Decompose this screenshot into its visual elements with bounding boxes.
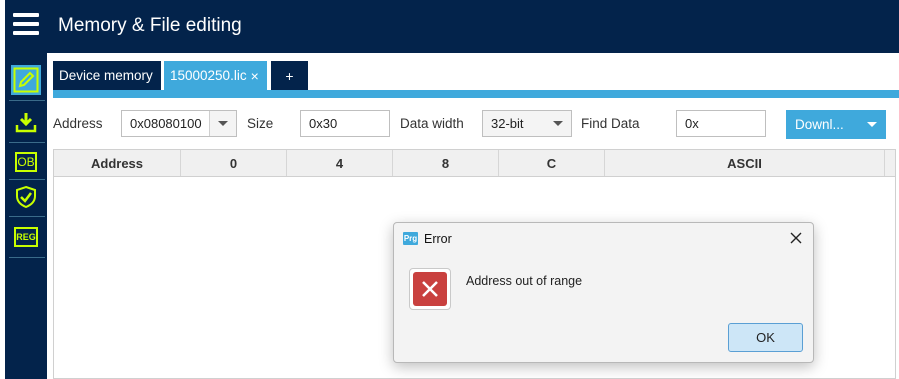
find-data-input[interactable]: 0x bbox=[676, 110, 766, 137]
dialog-title: Error bbox=[424, 232, 452, 246]
ob-icon: OB bbox=[15, 152, 37, 172]
tab-bar: Device memory 15000250.lic × + bbox=[47, 53, 899, 90]
column-header-address[interactable]: Address bbox=[54, 150, 181, 176]
data-width-select[interactable]: 32-bit bbox=[482, 110, 572, 137]
close-icon[interactable]: × bbox=[251, 68, 259, 84]
table-header: Address 0 4 8 C ASCII bbox=[54, 150, 895, 177]
sidebar-item-security[interactable] bbox=[11, 182, 41, 212]
chevron-down-icon[interactable] bbox=[209, 111, 236, 136]
tab-label: 15000250.lic bbox=[170, 68, 247, 83]
app-icon: Prg bbox=[403, 232, 418, 245]
sidebar-item-registers[interactable]: REG bbox=[11, 222, 41, 252]
column-header-0[interactable]: 0 bbox=[181, 150, 287, 176]
sidebar-item-edit[interactable] bbox=[11, 65, 41, 95]
dialog-titlebar[interactable]: Prg Error bbox=[394, 223, 813, 254]
download-icon bbox=[15, 113, 37, 133]
download-button[interactable]: Downl... bbox=[786, 110, 886, 139]
size-value: 0x30 bbox=[309, 116, 338, 131]
dialog-message: Address out of range bbox=[466, 274, 583, 288]
ok-button[interactable]: OK bbox=[728, 323, 803, 352]
address-value: 0x08080100 bbox=[130, 116, 202, 131]
error-icon bbox=[409, 268, 451, 310]
tab-label: Device memory bbox=[59, 68, 153, 83]
data-width-label: Data width bbox=[400, 116, 464, 131]
reg-icon: REG bbox=[14, 227, 38, 247]
sidebar-item-option-bytes[interactable]: OB bbox=[11, 147, 41, 177]
edit-icon bbox=[13, 67, 39, 93]
find-data-label: Find Data bbox=[581, 116, 640, 131]
column-header-c[interactable]: C bbox=[499, 150, 605, 176]
menu-icon[interactable] bbox=[13, 13, 39, 37]
column-header-ascii[interactable]: ASCII bbox=[605, 150, 885, 176]
add-tab-button[interactable]: + bbox=[271, 61, 308, 90]
find-data-value: 0x bbox=[685, 116, 699, 131]
error-dialog: Prg Error Address out of range OK bbox=[393, 222, 814, 363]
address-label: Address bbox=[53, 116, 103, 131]
data-width-value: 32-bit bbox=[491, 116, 524, 131]
plus-icon: + bbox=[285, 67, 294, 84]
column-header-4[interactable]: 4 bbox=[287, 150, 393, 176]
close-icon[interactable] bbox=[786, 228, 806, 248]
shield-icon bbox=[16, 185, 36, 209]
tab-file[interactable]: 15000250.lic × bbox=[164, 61, 267, 90]
address-combo[interactable]: 0x08080100 bbox=[121, 110, 237, 137]
sidebar-item-download[interactable] bbox=[11, 107, 41, 137]
column-header-8[interactable]: 8 bbox=[393, 150, 499, 176]
tab-underline bbox=[53, 90, 899, 98]
chevron-down-icon[interactable] bbox=[867, 122, 877, 127]
tab-device-memory[interactable]: Device memory bbox=[53, 61, 161, 90]
page-title: Memory & File editing bbox=[58, 15, 242, 36]
download-label: Downl... bbox=[795, 117, 844, 132]
chevron-down-icon[interactable] bbox=[545, 111, 571, 136]
size-input[interactable]: 0x30 bbox=[300, 110, 390, 137]
size-label: Size bbox=[247, 116, 274, 131]
sidebar: OB REG bbox=[5, 53, 47, 379]
app-header: Memory & File editing bbox=[5, 0, 899, 53]
